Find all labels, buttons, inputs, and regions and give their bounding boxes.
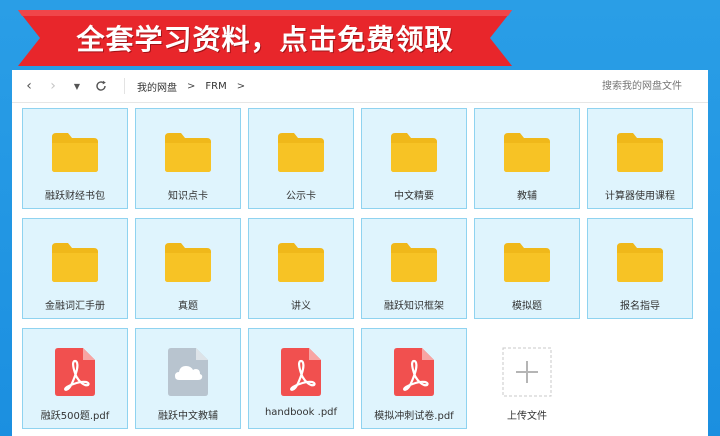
item-label: handbook .pdf [264, 407, 338, 418]
folder-icon [389, 127, 439, 177]
cloud-file-icon [168, 347, 208, 397]
folder-icon [50, 127, 100, 177]
item-label: 融跃500题.pdf [40, 411, 110, 422]
pdf-file-icon [281, 347, 321, 397]
refresh-icon [96, 80, 106, 91]
item-label: 融跃中文教辅 [158, 411, 218, 422]
folder-icon [615, 127, 665, 177]
folder-icon [163, 237, 213, 287]
pdf-file-icon [394, 347, 434, 397]
breadcrumb-current[interactable]: FRM [205, 81, 226, 92]
file-item[interactable]: 融跃中文教辅 [135, 328, 241, 429]
item-label: 模拟题 [512, 301, 542, 312]
plus-icon [502, 347, 552, 397]
folder-icon [389, 237, 439, 287]
folder-item[interactable]: 真题 [135, 218, 241, 319]
upload-button[interactable]: 上传文件 [474, 328, 580, 429]
back-button[interactable]: ‹ [20, 77, 38, 95]
folder-item[interactable]: 融跃财经书包 [22, 108, 128, 209]
caret-down-icon: ▼ [73, 81, 81, 91]
folder-item[interactable]: 公示卡 [248, 108, 354, 209]
breadcrumb-separator-icon: > [187, 80, 196, 92]
folder-item[interactable]: 讲义 [248, 218, 354, 319]
chevron-left-icon: ‹ [26, 78, 32, 94]
folder-item[interactable]: 模拟题 [474, 218, 580, 319]
file-item[interactable]: handbook .pdf [248, 328, 354, 429]
item-label: 模拟冲刺试卷.pdf [374, 411, 454, 422]
file-item[interactable]: 融跃500题.pdf [22, 328, 128, 429]
forward-button[interactable]: › [44, 77, 62, 95]
item-label: 教辅 [517, 191, 537, 202]
folder-item[interactable]: 中文精要 [361, 108, 467, 209]
item-label: 中文精要 [394, 191, 434, 202]
file-browser-window: ‹ › ▼ 我的网盘 > FRM > 融跃财经书包 知识点卡 公示卡 中文精要 教辅 计算… [12, 69, 708, 436]
banner-text: 全套学习资料，点击免费领取 [76, 23, 454, 56]
breadcrumb-root[interactable]: 我的网盘 [137, 79, 177, 94]
item-label: 计算器使用课程 [605, 191, 675, 202]
folder-icon [50, 237, 100, 287]
item-label: 讲义 [291, 301, 311, 312]
item-label: 融跃知识框架 [384, 301, 444, 312]
toolbar-separator [124, 78, 125, 94]
item-label: 公示卡 [286, 191, 316, 202]
promo-banner[interactable]: 全套学习资料，点击免费领取 [18, 10, 512, 66]
item-label: 报名指导 [620, 301, 660, 312]
upload-label: 上传文件 [507, 411, 547, 422]
item-label: 知识点卡 [168, 191, 208, 202]
item-label: 真题 [178, 301, 198, 312]
folder-item[interactable]: 知识点卡 [135, 108, 241, 209]
folder-icon [502, 237, 552, 287]
folder-item[interactable]: 金融词汇手册 [22, 218, 128, 319]
pdf-file-icon [55, 347, 95, 397]
folder-item[interactable]: 计算器使用课程 [587, 108, 693, 209]
folder-icon [276, 127, 326, 177]
folder-icon [276, 237, 326, 287]
folder-item[interactable]: 教辅 [474, 108, 580, 209]
search-input[interactable] [588, 69, 708, 103]
file-item[interactable]: 模拟冲刺试卷.pdf [361, 328, 467, 429]
item-label: 融跃财经书包 [45, 191, 105, 202]
folder-icon [615, 237, 665, 287]
history-dropdown[interactable]: ▼ [68, 77, 86, 95]
chevron-right-icon: › [50, 78, 56, 94]
item-label: 金融词汇手册 [45, 301, 105, 312]
folder-item[interactable]: 融跃知识框架 [361, 218, 467, 319]
refresh-button[interactable] [92, 77, 110, 95]
folder-icon [163, 127, 213, 177]
toolbar: ‹ › ▼ 我的网盘 > FRM > [12, 69, 708, 103]
breadcrumb-separator-icon: > [236, 80, 246, 92]
folder-item[interactable]: 报名指导 [587, 218, 693, 319]
folder-icon [502, 127, 552, 177]
